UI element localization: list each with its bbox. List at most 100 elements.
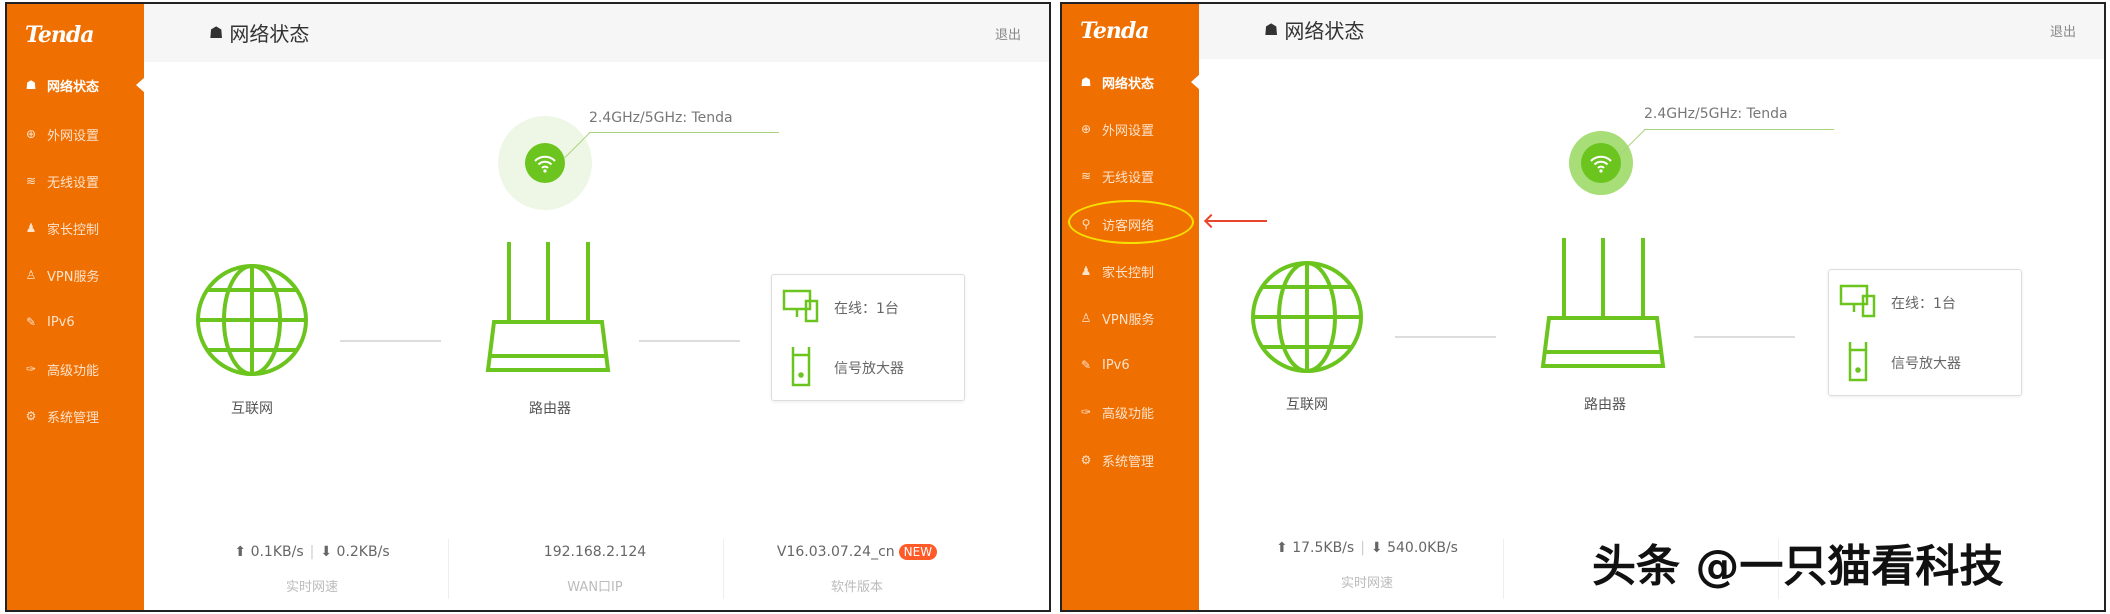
menu-network-status[interactable]: ☗ 网络状态 (1062, 67, 1200, 97)
online-devices[interactable]: 在线：1台 (1839, 284, 1956, 322)
router-icon: ☗ (209, 23, 224, 42)
menu-vpn[interactable]: ♙ VPN服务 (1062, 303, 1199, 333)
upload-icon: ⬆ (234, 544, 247, 560)
divider (723, 539, 724, 599)
menu-label: 系统管理 (1102, 454, 1155, 470)
wifi-status[interactable] (498, 116, 592, 210)
tenda-logo: Tenda (1080, 18, 1149, 44)
menu-advanced[interactable]: ✑ 高级功能 (7, 354, 144, 384)
ipv6-icon: ✎ (25, 315, 37, 329)
router-icon: ☗ (1264, 20, 1279, 39)
router-admin-panel-after: Tenda ☗ 网络状态 ⊕ 外网设置 ≋ 无线设置 ⚲ 访客网络 ♟ 家长控制 ♙ VPN… (1060, 2, 2106, 612)
extender-item[interactable]: 信号放大器 (782, 345, 904, 391)
internet-globe-icon[interactable] (194, 262, 310, 382)
logout-link[interactable]: 退出 (995, 24, 1021, 43)
devices-icon (1839, 284, 1877, 322)
menu-wan-settings[interactable]: ⊕ 外网设置 (7, 119, 144, 149)
menu-wireless-settings[interactable]: ≋ 无线设置 (1062, 161, 1199, 191)
version-label: 软件版本 (830, 580, 883, 595)
link-line (1694, 336, 1795, 338)
menu-wireless-settings[interactable]: ≋ 无线设置 (7, 166, 144, 196)
menu-network-status[interactable]: ☗ 网络状态 (7, 70, 145, 100)
upload-speed: 17.5KB/s (1292, 540, 1355, 556)
link-line (639, 340, 740, 342)
upload-icon: ⬆ (1276, 540, 1288, 556)
internet-label: 互联网 (231, 401, 273, 417)
vpn-icon: ♙ (1080, 311, 1092, 325)
online-count: 在线：1台 (834, 301, 899, 317)
new-badge[interactable]: NEW (898, 544, 938, 560)
users-icon: ♟ (1080, 264, 1092, 278)
menu-advanced[interactable]: ✑ 高级功能 (1062, 397, 1199, 427)
menu-label: 家长控制 (1102, 265, 1155, 281)
link-line (340, 340, 441, 342)
menu-label: 高级功能 (47, 363, 100, 379)
wan-ip-value: 192.168.2.124 (543, 544, 647, 560)
router-icon[interactable] (1537, 236, 1673, 376)
highlight-ellipse (1068, 200, 1194, 244)
wrench-icon: ✑ (25, 362, 37, 376)
menu-label: VPN服务 (47, 269, 100, 285)
download-icon: ⬇ (1370, 540, 1383, 556)
menu-label: 无线设置 (1102, 170, 1155, 186)
vpn-icon: ♙ (25, 268, 37, 282)
wifi-icon: ≋ (1080, 169, 1092, 183)
ssid-underline (1644, 129, 1834, 130)
page-title: ☗ 网络状态 (1264, 15, 1364, 44)
watermark: 头条 @一只猫看科技 (1592, 541, 2004, 592)
internet-label: 互联网 (1286, 397, 1328, 413)
globe-icon: ⊕ (25, 127, 37, 141)
online-devices[interactable]: 在线：1台 (782, 289, 899, 327)
ipv6-icon: ✎ (1080, 358, 1092, 372)
menu-parental-control[interactable]: ♟ 家长控制 (7, 213, 144, 243)
wan-ip-label: WAN口IP (567, 580, 623, 595)
link-line (1395, 336, 1496, 338)
internet-globe-icon[interactable] (1249, 259, 1365, 379)
menu-label: 网络状态 (47, 79, 100, 95)
title-text: 网络状态 (1284, 19, 1365, 43)
menu-label: 高级功能 (1102, 406, 1155, 422)
menu-label: IPv6 (47, 314, 75, 330)
title-text: 网络状态 (229, 22, 310, 46)
header: ☗ 网络状态 退出 (144, 4, 1049, 62)
active-notch (1191, 74, 1200, 90)
menu-vpn[interactable]: ♙ VPN服务 (7, 260, 144, 290)
menu-label: 无线设置 (47, 175, 100, 191)
gear-icon: ⚙ (1080, 453, 1092, 467)
menu-ipv6[interactable]: ✎ IPv6 (1062, 350, 1199, 380)
download-icon: ⬇ (320, 544, 333, 560)
extender-item[interactable]: 信号放大器 (1839, 340, 1961, 386)
menu-system[interactable]: ⚙ 系统管理 (1062, 445, 1199, 475)
wan-ip: 192.168.2.124 WAN口IP (465, 544, 725, 595)
active-notch (136, 77, 145, 93)
menu-label: VPN服务 (1102, 312, 1155, 328)
router-admin-panel-before: Tenda ☗ 网络状态 ⊕ 外网设置 ≋ 无线设置 ♟ 家长控制 ♙ VPN服务 ✎ IP… (5, 2, 1051, 612)
menu-label: 系统管理 (47, 410, 100, 426)
tenda-logo: Tenda (25, 22, 94, 48)
gear-icon: ⚙ (25, 409, 37, 423)
globe-icon: ⊕ (1080, 122, 1092, 136)
router-label: 路由器 (1584, 397, 1626, 413)
router-icon: ☗ (1080, 75, 1092, 89)
logout-link[interactable]: 退出 (2050, 21, 2076, 40)
download-speed: 540.0KB/s (1387, 540, 1458, 556)
router-icon: ☗ (25, 78, 37, 92)
online-count: 在线：1台 (1891, 296, 1956, 312)
menu-ipv6[interactable]: ✎ IPv6 (7, 307, 144, 337)
router-icon[interactable] (482, 240, 618, 380)
users-icon: ♟ (25, 221, 37, 235)
speed-label: 实时网速 (1340, 576, 1393, 591)
ssid-underline (589, 132, 779, 133)
menu-system[interactable]: ⚙ 系统管理 (7, 401, 144, 431)
menu-parental-control[interactable]: ♟ 家长控制 (1062, 256, 1199, 286)
menu-label: 外网设置 (1102, 123, 1155, 139)
divider (448, 539, 449, 599)
page-title: ☗ 网络状态 (209, 18, 309, 47)
annotation-arrow (1207, 220, 1267, 222)
menu-label: 家长控制 (47, 222, 100, 238)
wifi-status[interactable] (1569, 131, 1633, 195)
upload-speed: 0.1KB/s (250, 544, 304, 560)
clients-card: 在线：1台 信号放大器 (1828, 269, 2022, 396)
sidebar: Tenda ☗ 网络状态 ⊕ 外网设置 ≋ 无线设置 ⚲ 访客网络 ♟ 家长控制 ♙ VPN… (1062, 4, 1200, 610)
menu-wan-settings[interactable]: ⊕ 外网设置 (1062, 114, 1199, 144)
